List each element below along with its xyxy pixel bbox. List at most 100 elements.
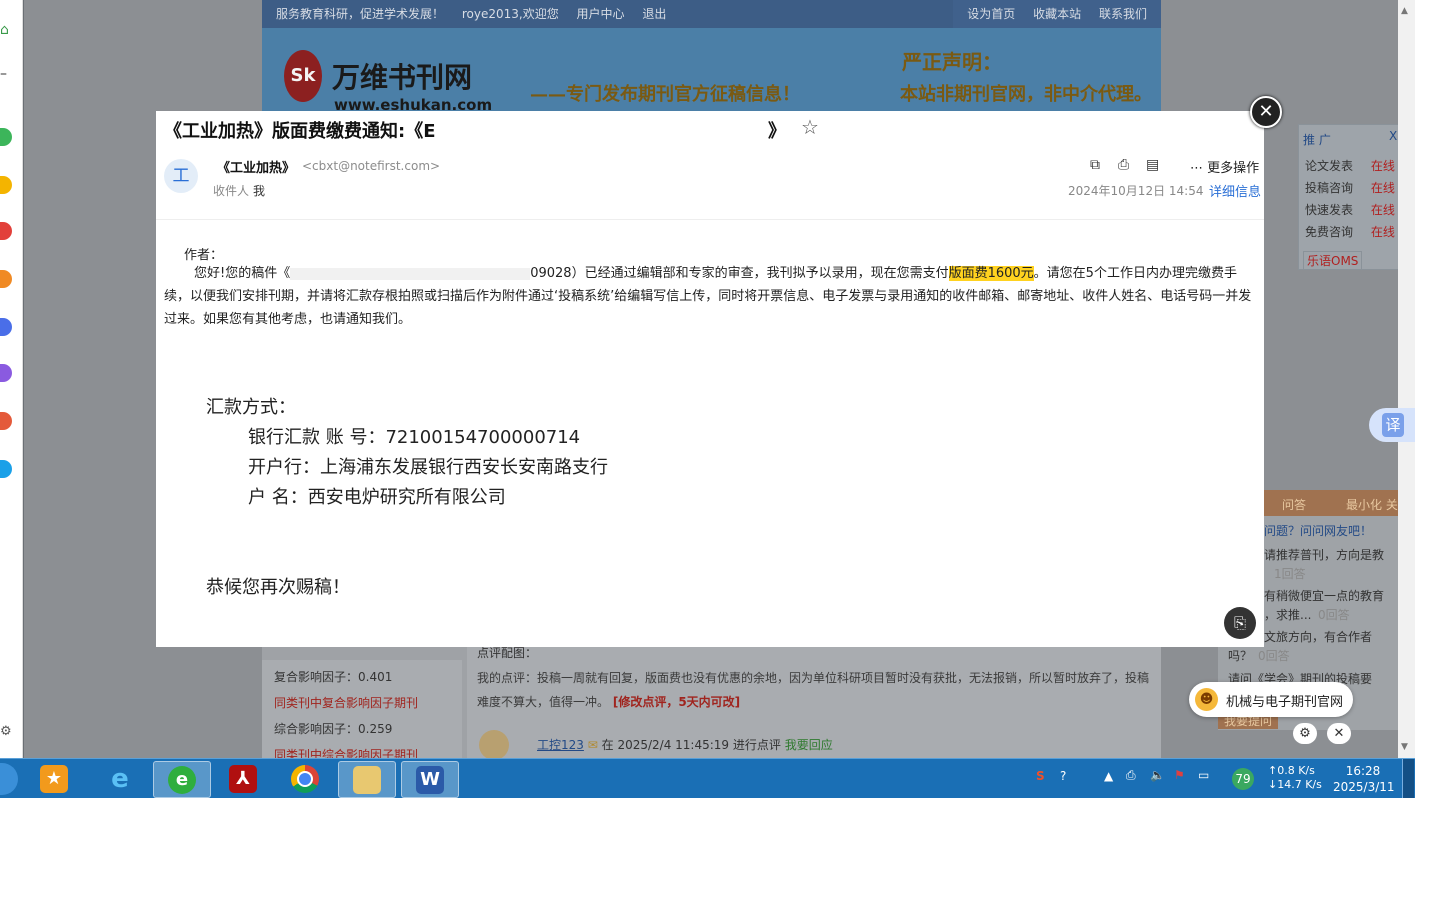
greeting: 作者： <box>184 248 224 263</box>
promo-close[interactable]: X <box>1389 129 1397 143</box>
star-icon[interactable]: ☆ <box>801 115 819 139</box>
sogou-icon[interactable]: S <box>1036 769 1045 783</box>
review-user[interactable]: 工控123 <box>537 738 584 752</box>
screenshot-icon[interactable]: ⎘ <box>1224 607 1256 639</box>
body-intro: 您好!您的稿件《 <box>194 266 291 281</box>
review-body: 我的点评：投稿一周就有回复，版面费也没有优惠的余地，因为单位科研项目暂时没有获批… <box>477 671 1150 709</box>
promo-title: 推 广 <box>1303 133 1331 147</box>
review-area: 点评配图： 我的点评：投稿一周就有回复，版面费也没有优惠的余地，因为单位科研项目… <box>467 640 1161 760</box>
settings-icon[interactable]: ⚙ <box>0 724 12 739</box>
taskbar-pdf[interactable]: ⅄ <box>215 761 271 796</box>
qa-item[interactable]: 吗？ <box>1228 647 1252 664</box>
qa-header-title: 问答 <box>1282 498 1307 512</box>
more-actions-button[interactable]: ⋯ 更多操作 <box>1190 157 1259 176</box>
home-icon[interactable]: ⌂ <box>0 22 9 38</box>
app-icon-purple[interactable] <box>0 364 12 382</box>
clock-date: 2025/3/11 <box>1333 780 1395 794</box>
more-icon: ⋯ <box>1190 161 1203 176</box>
stat-composite-link[interactable]: 同类刊中复合影响因子期刊 <box>274 694 418 711</box>
open-new-window-icon[interactable]: ⧉ <box>1090 157 1100 173</box>
site-logo-mark[interactable]: Sk <box>284 50 322 102</box>
app-icon-blue[interactable] <box>0 318 12 336</box>
review-reply[interactable]: 我要回应 <box>785 738 833 752</box>
bubble-settings-icon[interactable]: ⚙ <box>1293 723 1317 744</box>
app-icon-orange[interactable] <box>0 270 12 288</box>
promo-item[interactable]: 论文发表 在线 <box>1305 157 1395 174</box>
word-icon: W <box>416 766 444 794</box>
promo-brand[interactable]: 乐语OMS <box>1303 251 1363 270</box>
topnav-bookmark[interactable]: 收藏本站 <box>1033 7 1081 21</box>
app-icon-star[interactable] <box>0 176 12 194</box>
qa-item[interactable]: 文旅方向，有合作者 <box>1264 628 1372 645</box>
tray-overflow-icon[interactable]: ▲ <box>1104 769 1113 783</box>
bubble-close-icon[interactable]: ✕ <box>1327 723 1351 744</box>
promo-item[interactable]: 快速发表 在线 <box>1305 201 1395 218</box>
taskbar-browser[interactable]: e <box>153 761 211 798</box>
site-logo-name[interactable]: 万维书刊网 <box>332 56 472 96</box>
app-icon-green[interactable] <box>0 128 12 146</box>
help-icon[interactable]: ? <box>1060 769 1066 783</box>
show-desktop-button[interactable] <box>1402 759 1414 798</box>
taskbar-favorites[interactable]: ★ <box>26 761 82 796</box>
taskbar-ie[interactable]: e <box>92 761 148 796</box>
print-icon[interactable]: ⎙ <box>1118 157 1129 173</box>
emoji-icon: ☻ <box>1195 688 1218 711</box>
start-button[interactable] <box>0 763 18 795</box>
email-modal: 《工业加热》版面费缴费通知:《E 》 ☆ 工 《工业加热》 <cbxt@note… <box>156 111 1264 647</box>
payment-title: 汇款方式： <box>206 397 296 418</box>
header-divider <box>156 219 1264 220</box>
qa-item[interactable]: 请推荐普刊，方向是教 <box>1264 546 1384 563</box>
review-avatar <box>479 730 509 760</box>
minus-icon[interactable]: – <box>0 66 7 82</box>
topnav-slogan: 服务教育科研，促进学术发展！ <box>276 7 445 21</box>
mail-icon: ✉ <box>587 738 598 752</box>
app-icon-cyan[interactable] <box>0 460 12 478</box>
topnav-contact[interactable]: 联系我们 <box>1099 7 1147 21</box>
windows-taskbar: ★ e e ⅄ W S ? ▲ ⎙ 🔈 ⚑ ▭ 79 ↑0.8 K/s ↓14.… <box>0 758 1415 798</box>
volume-icon[interactable]: 🔈 <box>1150 768 1165 782</box>
taskbar-chrome[interactable] <box>277 761 333 796</box>
review-edit-link[interactable]: [修改点评，5天内可改] <box>613 695 740 709</box>
tray-temp[interactable]: 79 <box>1232 768 1254 790</box>
bubble-text: 机械与电子期刊官网 <box>1226 695 1344 710</box>
translate-button[interactable]: 译 <box>1369 408 1415 442</box>
promo-item[interactable]: 免费咨询 在线 <box>1305 223 1395 240</box>
printer-icon[interactable]: ⎙ <box>1126 768 1136 783</box>
site-suggestion-bubble[interactable]: ☻ 机械与电子期刊官网 <box>1189 682 1353 717</box>
network-icon[interactable]: ▭ <box>1198 768 1209 782</box>
qa-item[interactable]: ，求推... <box>1264 606 1311 623</box>
topnav-logout[interactable]: 退出 <box>642 7 666 21</box>
clock[interactable]: 16:28 2025/3/11 <box>1333 763 1395 795</box>
sender-name[interactable]: 《工业加热》 <box>217 157 295 176</box>
review-time: 在 2025/2/4 11:45:19 进行点评 <box>601 738 781 752</box>
site-topnav: 服务教育科研，促进学术发展！ roye2013,欢迎您 用户中心 退出 设为首页… <box>262 0 1161 28</box>
topnav-set-home[interactable]: 设为首页 <box>967 7 1015 21</box>
taskbar-word[interactable]: W <box>401 761 459 798</box>
net-upload: ↑0.8 K/s <box>1268 764 1315 777</box>
pdf-icon: ⅄ <box>229 765 257 793</box>
promo-panel: 推 广 X 论文发表 在线 投稿咨询 在线 快速发表 在线 免费咨询 在线 乐语… <box>1298 124 1400 270</box>
note-icon[interactable]: ▤ <box>1146 157 1159 173</box>
app-icon-game[interactable] <box>0 412 12 430</box>
flag-icon[interactable]: ⚑ <box>1174 768 1185 782</box>
close-modal-button[interactable]: ✕ <box>1250 96 1282 128</box>
topnav-welcome: roye2013,欢迎您 <box>461 7 559 21</box>
taskbar-explorer[interactable] <box>338 761 396 798</box>
qa-ask-link[interactable]: 问题？问问网友吧！ <box>1264 522 1372 539</box>
topnav-user-center[interactable]: 用户中心 <box>577 7 625 21</box>
qa-item[interactable]: 有稍微便宜一点的教育 <box>1264 587 1384 604</box>
desktop: ⌂ – ⚙ 服务教育科研，促进学术发展！ roye2013,欢迎您 用户中心 退… <box>0 0 1415 798</box>
scroll-up-icon[interactable]: ▲ <box>1401 6 1408 16</box>
qa-header-actions[interactable]: 最小化 关 <box>1346 496 1398 513</box>
payment-account-name: 户 名：西安电炉研究所有限公司 <box>248 487 506 508</box>
scroll-down-icon[interactable]: ▼ <box>1401 742 1408 752</box>
recipient-line: 收件人我 <box>213 182 265 199</box>
page-scrollbar[interactable]: ▲ ▼ <box>1398 0 1415 758</box>
promo-item[interactable]: 投稿咨询 在线 <box>1305 179 1395 196</box>
detail-info-link[interactable]: 详细信息 <box>1209 181 1261 200</box>
email-body: 您好!您的稿件《 09028）已经通过编辑部和专家的审查，我刊拟予以录用，现在您需… <box>164 262 1259 331</box>
payment-account: 银行汇款 账 号：72100154700000714 <box>248 427 581 448</box>
body-manuscript-id: 09028）已经通过编辑部和专家的审查，我刊拟予以录用，现在您需支付 <box>530 266 949 281</box>
app-icon-red[interactable] <box>0 222 12 240</box>
recipient-name[interactable]: 我 <box>253 184 265 198</box>
